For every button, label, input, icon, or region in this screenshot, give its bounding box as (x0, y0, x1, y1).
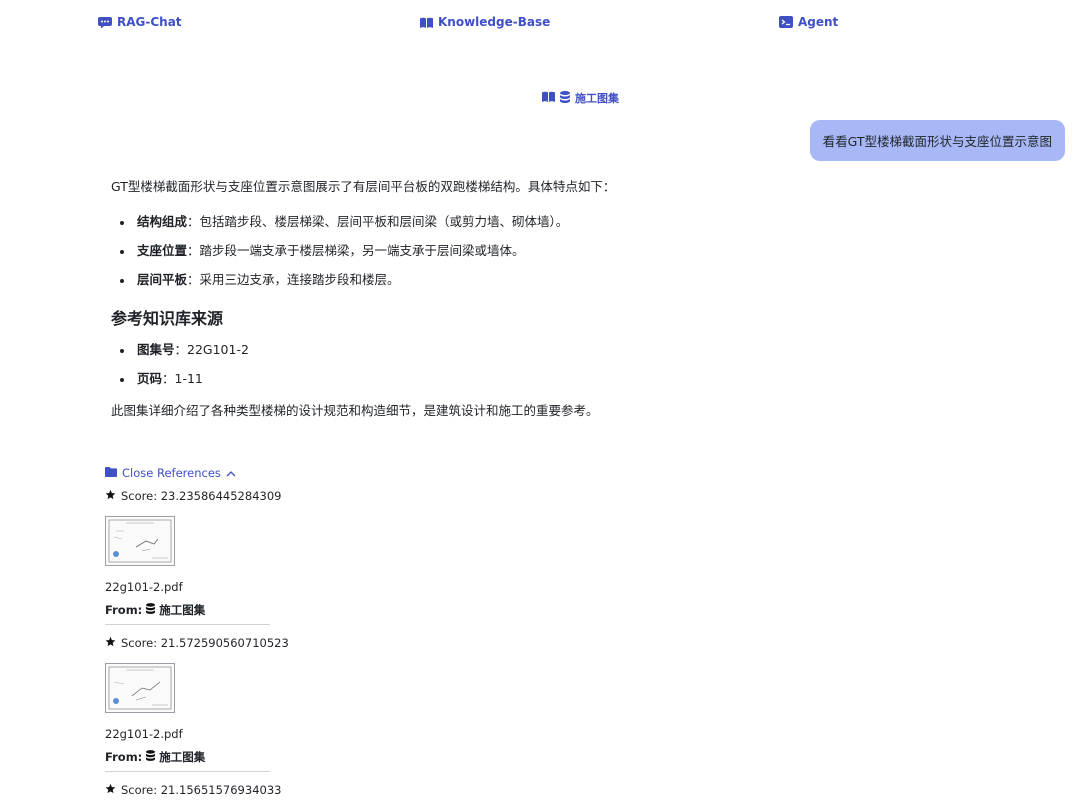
nav-knowledge-base[interactable]: Knowledge-Base (420, 13, 550, 31)
reference-heading: 参考知识库来源 (111, 308, 224, 328)
list-item: 支座位置：踏步段一端支承于楼层梯梁，另一端支承于层间梁或墙体。 (111, 242, 1011, 264)
reference-score: Score: 21.15651576934033 (105, 782, 281, 798)
book-open-icon (420, 17, 433, 28)
database-icon (146, 750, 156, 764)
star-icon (105, 636, 116, 650)
reference-source: From: 施工图集 (105, 603, 206, 617)
reference-thumbnail[interactable] (105, 663, 175, 713)
reference-file-name[interactable]: 22g101-2.pdf (105, 580, 270, 596)
star-icon (105, 783, 116, 797)
reference-file-name[interactable]: 22g101-2.pdf (105, 727, 270, 743)
reference-card: Score: 21.15651576934033 (105, 782, 281, 798)
folder-icon (105, 466, 117, 480)
reference-card: Score: 21.572590560710523 22g101-2.pdf F… (105, 635, 289, 772)
database-icon (146, 603, 156, 617)
nav-agent[interactable]: Agent (779, 13, 838, 31)
top-navigation: RAG-Chat Knowledge-Base Agent (0, 0, 1080, 42)
reference-score: Score: 21.572590560710523 (105, 635, 289, 651)
star-icon (105, 489, 116, 503)
references-panel: Close References Score: 23.2358644528430… (105, 465, 305, 798)
reference-card: Score: 23.23586445284309 22g101-2.pdf Fr… (105, 488, 281, 625)
answer-intro: GT型楼梯截面形状与支座位置示意图展示了有层间平台板的双跑楼梯结构。具体特点如下… (111, 179, 616, 194)
reference-list: 图集号：22G101-2 页码：1-11 (111, 341, 1011, 392)
book-open-icon (542, 91, 555, 105)
assistant-answer: GT型楼梯截面形状与支座位置示意图展示了有层间平台板的双跑楼梯结构。具体特点如下… (111, 178, 1011, 421)
divider (105, 624, 270, 625)
list-item: 结构组成：包括踏步段、楼层梯梁、层间平板和层间梁（或剪力墙、砌体墙）。 (111, 213, 1011, 235)
knowledge-base-name: 施工图集 (575, 92, 619, 105)
close-references-label: Close References (122, 466, 221, 480)
chat-bubble-icon (98, 16, 112, 29)
list-item: 图集号：22G101-2 (111, 341, 1011, 363)
list-item: 层间平板：采用三边支承，连接踏步段和楼层。 (111, 271, 1011, 293)
nav-agent-label: Agent (798, 15, 839, 29)
user-message-bubble: 看看GT型楼梯截面形状与支座位置示意图 (809, 120, 1065, 161)
list-item: 页码：1-11 (111, 370, 1011, 392)
terminal-icon (779, 16, 793, 28)
answer-closing: 此图集详细介绍了各种类型楼梯的设计规范和构造细节，是建筑设计和施工的重要参考。 (111, 402, 599, 418)
nav-rag-chat[interactable]: RAG-Chat (98, 13, 182, 31)
reference-score: Score: 23.23586445284309 (105, 488, 281, 504)
divider (105, 771, 270, 772)
database-icon (560, 90, 570, 106)
knowledge-base-indicator[interactable]: 施工图集 (542, 90, 619, 106)
chevron-up-icon (226, 466, 236, 480)
nav-rag-chat-label: RAG-Chat (117, 15, 182, 29)
feature-list: 结构组成：包括踏步段、楼层梯梁、层间平板和层间梁（或剪力墙、砌体墙）。 支座位置… (111, 213, 1011, 293)
close-references-toggle[interactable]: Close References (105, 465, 305, 481)
nav-knowledge-base-label: Knowledge-Base (438, 15, 551, 29)
reference-source: From: 施工图集 (105, 750, 206, 764)
reference-thumbnail[interactable] (105, 516, 175, 566)
